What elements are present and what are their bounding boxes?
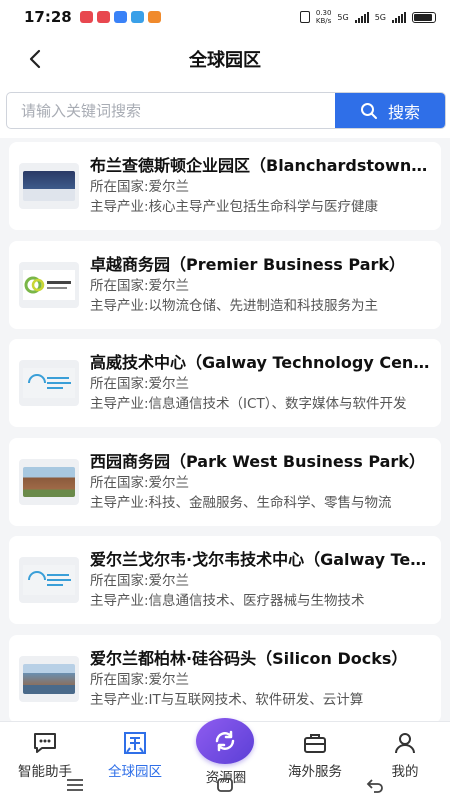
battery-icon bbox=[412, 11, 436, 23]
search-button[interactable]: 搜索 bbox=[335, 93, 445, 128]
park-country: 所在国家:爱尔兰 bbox=[90, 179, 190, 195]
status-indicators: 0.30 KB/s 5G 5G bbox=[299, 9, 436, 25]
net-speed: 0.30 KB/s bbox=[316, 9, 332, 25]
premier-logo bbox=[23, 269, 75, 300]
park-industry: 主导产业:科技、金融服务、生命科学、零售与物流 bbox=[90, 494, 392, 511]
park-industry: 主导产业:以物流仓储、先进制造和科技服务为主 bbox=[90, 297, 379, 314]
user-icon bbox=[391, 730, 419, 756]
galway-logo bbox=[23, 368, 75, 398]
nav-item-resources[interactable] bbox=[196, 718, 256, 768]
page-title: 全球园区 bbox=[189, 50, 261, 71]
park-name: 卓越商务园（Premier Business Park） bbox=[90, 254, 406, 274]
search-input[interactable] bbox=[7, 93, 335, 128]
app-notification-icon bbox=[79, 11, 93, 23]
net-speed-unit: KB/s bbox=[315, 17, 332, 25]
park-icon bbox=[121, 730, 149, 756]
park-name: 西园商务园（Park West Business Park） bbox=[90, 451, 425, 471]
briefcase-icon bbox=[301, 730, 329, 756]
app-notification-icon bbox=[147, 11, 161, 23]
park-card[interactable]: 爱尔兰都柏林·硅谷码头（Silicon Docks） 所在国家:爱尔兰 主导产业… bbox=[9, 634, 441, 721]
park-card[interactable]: 卓越商务园（Premier Business Park） 所在国家:爱尔兰 主导… bbox=[9, 240, 441, 329]
park-name: 爱尔兰戈尔韦·戈尔韦技术中心（Galway Technology Centre） bbox=[90, 550, 431, 569]
park-card[interactable]: 西园商务园（Park West Business Park） 所在国家:爱尔兰 … bbox=[9, 437, 441, 526]
search-box: 搜索 bbox=[6, 92, 446, 129]
vibrate-icon bbox=[299, 11, 310, 23]
park-industry: 主导产业:核心主导产业包括生命科学与医疗健康 bbox=[90, 199, 379, 215]
app-notification-icon bbox=[113, 11, 127, 23]
search-bar: 搜索 bbox=[0, 84, 450, 138]
park-thumbnail bbox=[19, 261, 79, 308]
status-bar: 17:28 0.30 KB/s 5G 5G bbox=[0, 0, 450, 34]
park-thumbnail bbox=[19, 557, 79, 603]
signal-icon bbox=[392, 11, 406, 23]
status-time: 17:28 bbox=[24, 8, 72, 26]
home-icon[interactable] bbox=[210, 775, 240, 795]
chevron-left-icon bbox=[29, 49, 41, 69]
park-card[interactable]: 高威技术中心（Galway Technology Centre） 所在国家:爱尔… bbox=[9, 339, 441, 427]
system-nav bbox=[0, 770, 450, 800]
park-thumbnail bbox=[19, 458, 79, 505]
signal-icon bbox=[354, 11, 369, 23]
app-notification-icon bbox=[96, 11, 110, 23]
park-name: 布兰查德斯顿企业园区（Blanchardstown Corporate Park… bbox=[90, 156, 431, 175]
park-thumbnail bbox=[19, 163, 79, 209]
park-country: 所在国家:爱尔兰 bbox=[90, 474, 190, 491]
park-name: 爱尔兰都柏林·硅谷码头（Silicon Docks） bbox=[90, 648, 408, 668]
galway-logo bbox=[23, 565, 75, 595]
park-country: 所在国家:爱尔兰 bbox=[90, 277, 190, 294]
back-button[interactable] bbox=[18, 44, 52, 74]
sim1-label: 5G bbox=[337, 12, 349, 22]
net-speed-value: 0.30 bbox=[315, 9, 332, 17]
back-nav-icon[interactable] bbox=[360, 775, 390, 795]
search-icon bbox=[360, 102, 377, 119]
chat-icon bbox=[31, 730, 59, 756]
refresh-icon bbox=[196, 718, 254, 764]
park-industry: 主导产业:信息通信技术、医疗器械与生物技术 bbox=[90, 593, 365, 609]
park-thumbnail bbox=[19, 360, 79, 406]
park-name: 高威技术中心（Galway Technology Centre） bbox=[90, 353, 431, 372]
menu-icon[interactable] bbox=[60, 775, 90, 795]
search-button-label: 搜索 bbox=[387, 102, 420, 122]
header: 全球园区 bbox=[0, 34, 450, 84]
park-card[interactable]: 爱尔兰戈尔韦·戈尔韦技术中心（Galway Technology Centre）… bbox=[9, 536, 441, 624]
park-card[interactable]: 布兰查德斯顿企业园区（Blanchardstown Corporate Park… bbox=[9, 142, 441, 230]
park-industry: 主导产业:信息通信技术（ICT）、数字媒体与软件开发 bbox=[90, 396, 407, 412]
park-country: 所在国家:爱尔兰 bbox=[90, 573, 190, 589]
park-list: 布兰查德斯顿企业园区（Blanchardstown Corporate Park… bbox=[0, 138, 450, 721]
park-country: 所在国家:爱尔兰 bbox=[90, 376, 190, 392]
park-industry: 主导产业:IT与互联网技术、软件研发、云计算 bbox=[90, 691, 364, 708]
park-country: 所在国家:爱尔兰 bbox=[90, 671, 190, 688]
telegram-icon bbox=[130, 11, 144, 23]
park-thumbnail bbox=[19, 655, 79, 702]
status-app-icons bbox=[79, 11, 161, 23]
sim2-label: 5G bbox=[374, 12, 386, 22]
